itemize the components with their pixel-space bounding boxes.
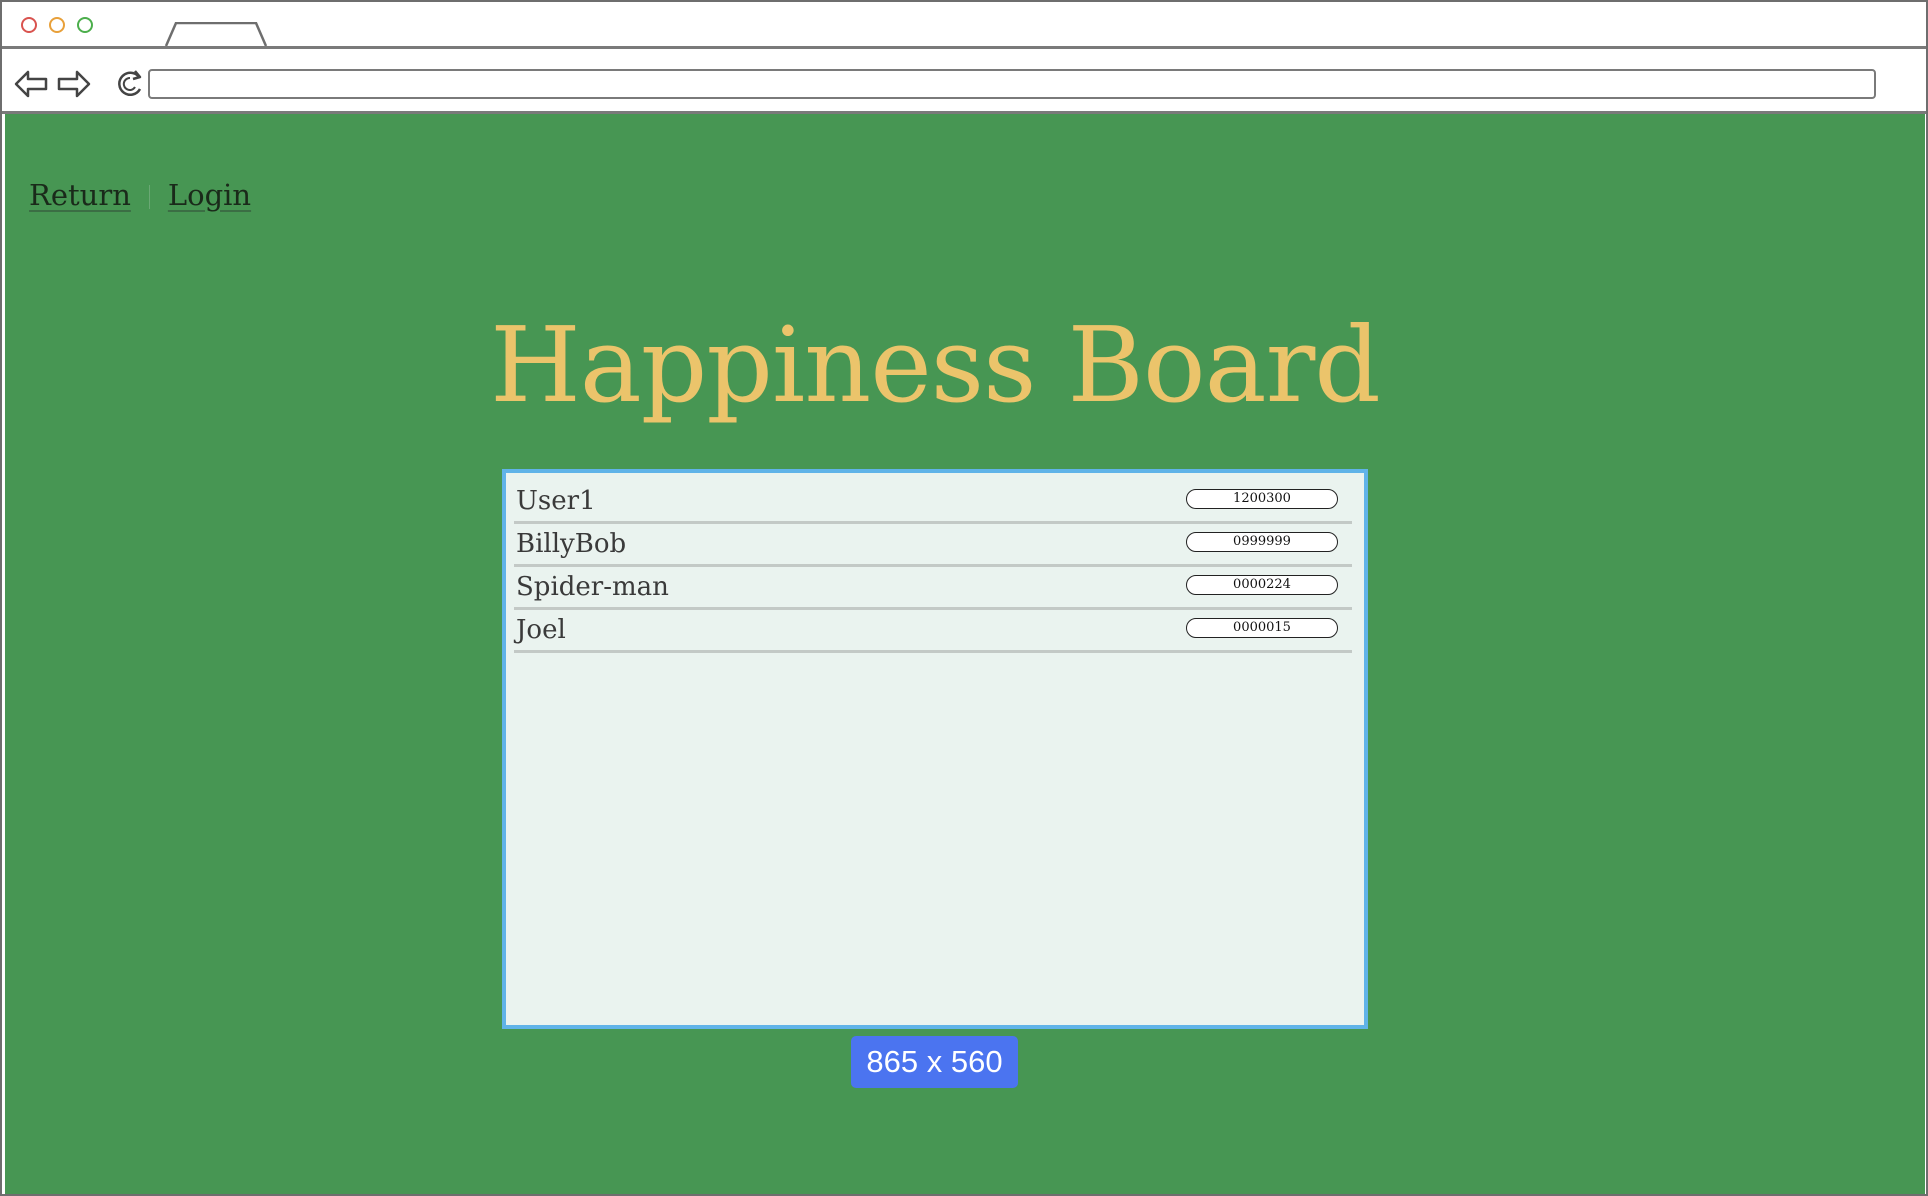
table-row: Spider-man 0000224 [514, 569, 1352, 610]
dimension-badge: 865 x 560 [851, 1036, 1018, 1088]
nav-divider [148, 185, 150, 209]
user-name: Spider-man [516, 572, 669, 602]
table-row: Joel 0000015 [514, 612, 1352, 653]
score-field: 0000015 [1186, 618, 1338, 638]
maximize-window-icon[interactable] [77, 17, 93, 33]
browser-window: Return Login Happiness Board User1 120030… [0, 0, 1928, 1196]
table-row: User1 1200300 [514, 483, 1352, 524]
score-field: 0999999 [1186, 532, 1338, 552]
page-title: Happiness Board [490, 304, 1381, 426]
forward-arrow-icon[interactable] [57, 69, 91, 99]
title-bar [2, 2, 1926, 49]
close-window-icon[interactable] [21, 17, 37, 33]
reload-icon[interactable] [114, 68, 146, 100]
user-name: BillyBob [516, 529, 627, 559]
back-arrow-icon[interactable] [14, 69, 48, 99]
user-name: Joel [516, 615, 566, 645]
score-field: 1200300 [1186, 489, 1338, 509]
top-nav-links: Return Login [29, 178, 251, 212]
return-link[interactable]: Return [29, 178, 131, 212]
table-row: BillyBob 0999999 [514, 526, 1352, 567]
navigation-bar [2, 49, 1926, 114]
score-field: 0000224 [1186, 575, 1338, 595]
login-link[interactable]: Login [168, 178, 251, 212]
minimize-window-icon[interactable] [49, 17, 65, 33]
address-bar[interactable] [148, 69, 1876, 99]
page-viewport: Return Login Happiness Board User1 120030… [5, 114, 1925, 1194]
user-name: User1 [516, 486, 596, 516]
browser-tab[interactable] [164, 22, 270, 46]
happiness-board-panel: User1 1200300 BillyBob 0999999 Spider-ma… [502, 469, 1368, 1029]
